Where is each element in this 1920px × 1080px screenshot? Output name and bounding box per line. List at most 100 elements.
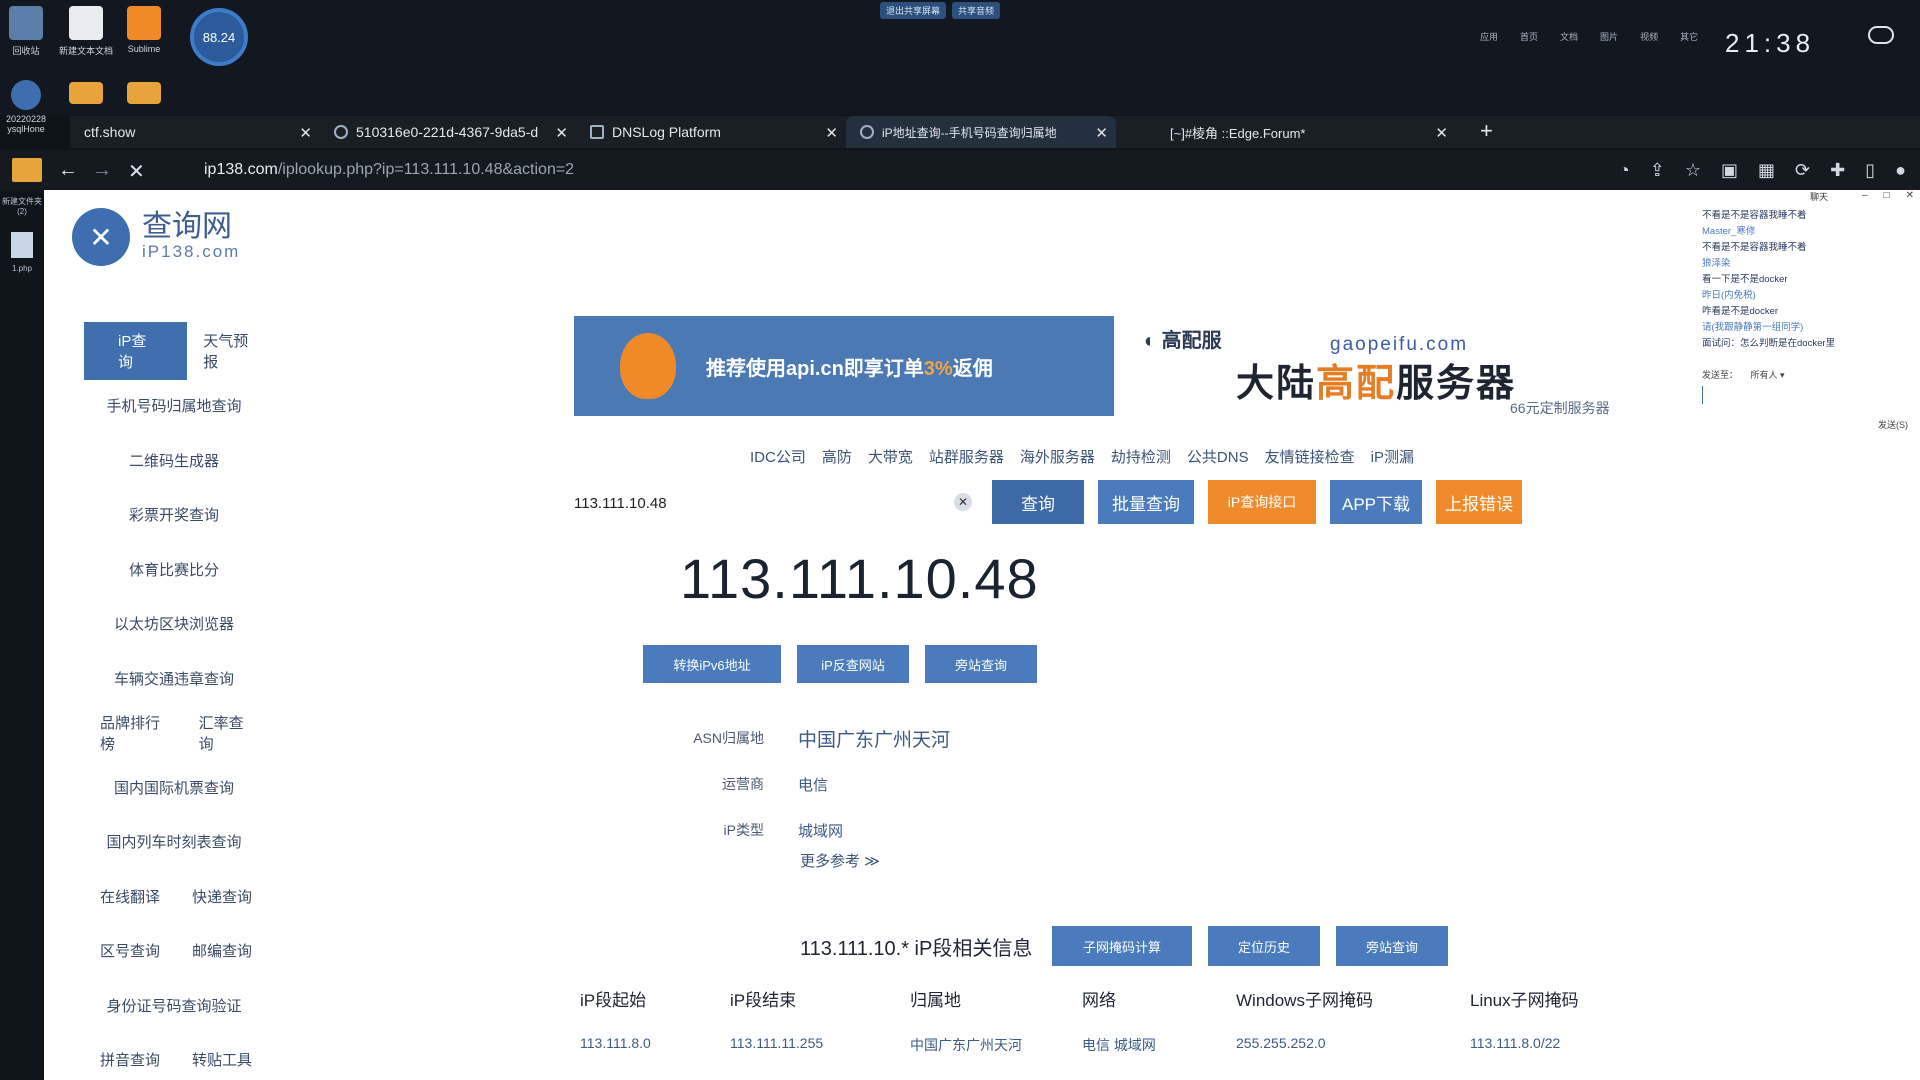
nav-repost-tool[interactable]: 转贴工具 <box>176 1041 268 1078</box>
subnet-calc-button[interactable]: 子网掩码计算 <box>1052 926 1192 966</box>
nav-idcard[interactable]: 身份证号码查询验证 <box>64 978 284 1033</box>
nav-brand-rank[interactable]: 品牌排行榜 <box>84 704 183 762</box>
forward-icon[interactable]: → <box>92 159 112 182</box>
chat-input[interactable] <box>1702 386 1703 404</box>
url-field[interactable]: ip138.com/iplookup.php?ip=113.111.10.48&… <box>204 161 574 179</box>
close-icon[interactable]: ✕ <box>1435 124 1448 142</box>
app-download-button[interactable]: APP下载 <box>1330 480 1422 524</box>
extension-icon[interactable]: ▣ <box>1721 160 1738 181</box>
tab-uuid[interactable]: 510316e0-221d-4367-9da5-d ✕ <box>320 116 576 148</box>
profile-icon[interactable]: ● <box>1895 160 1906 181</box>
link-ip-leak[interactable]: iP测漏 <box>1371 446 1414 467</box>
server-ad-banner[interactable]: ◐ 高配服 gaopeifu.com 大陆高配服务器 66元定制服务器 <box>1144 316 1644 416</box>
nav-traffic[interactable]: 车辆交通违章查询 <box>64 651 284 706</box>
page-icon <box>590 125 604 139</box>
link-overseas[interactable]: 海外服务器 <box>1020 446 1095 467</box>
app-shortcut-icon[interactable]: 20220228 ysqlHone <box>0 80 56 134</box>
performance-icon[interactable]: ◔ <box>1619 160 1630 181</box>
cloud-icon[interactable] <box>1868 26 1894 44</box>
maximize-icon[interactable]: □ <box>1884 190 1890 201</box>
nav-lottery[interactable]: 彩票开奖查询 <box>64 488 284 543</box>
link-hijack[interactable]: 劫持检测 <box>1111 446 1171 467</box>
desktop-file-label[interactable]: 新建文件夹(2) <box>0 196 44 216</box>
more-reference-link[interactable]: 更多参考 ≫ <box>800 850 880 871</box>
nav-sports[interactable]: 体育比赛比分 <box>64 542 284 597</box>
nav-trains[interactable]: 国内列车时刻表查询 <box>64 815 284 870</box>
nav-postcode[interactable]: 邮编查询 <box>176 932 268 969</box>
nav-ethereum[interactable]: 以太坊区块浏览器 <box>64 597 284 652</box>
menu-home[interactable]: 首页 <box>1520 30 1538 43</box>
close-icon[interactable]: ✕ <box>555 124 568 142</box>
sublime-icon[interactable]: Sublime <box>114 6 174 54</box>
folder-icon[interactable] <box>12 158 42 182</box>
link-idc[interactable]: IDC公司 <box>750 446 806 467</box>
report-error-button[interactable]: 上报错误 <box>1436 480 1522 524</box>
batch-query-button[interactable]: 批量查询 <box>1098 480 1194 524</box>
nav-translate[interactable]: 在线翻译 <box>84 878 176 915</box>
link-bandwidth[interactable]: 大带宽 <box>868 446 913 467</box>
sibling-site-button[interactable]: 旁站查询 <box>925 645 1037 683</box>
puzzle-icon[interactable]: ✚ <box>1830 160 1845 181</box>
share-icon[interactable]: ⇪ <box>1650 160 1665 181</box>
api-ad-banner[interactable]: 推荐使用api.cn即享订单3%返佣 <box>574 316 1114 416</box>
nav-row: 拼音查询 转贴工具 <box>64 1033 284 1080</box>
folder-icon[interactable] <box>56 82 116 108</box>
list-item: 不看是不是容器我睡不着 <box>1702 210 1807 221</box>
share-audio-button[interactable]: 共享音频 <box>952 2 1001 19</box>
bookmark-star-icon[interactable]: ☆ <box>1685 160 1701 181</box>
clear-icon[interactable]: ✕ <box>954 493 972 511</box>
qr-icon[interactable]: ▦ <box>1758 160 1775 181</box>
nav-pinyin[interactable]: 拼音查询 <box>84 1041 176 1078</box>
stop-share-button[interactable]: 退出共享屏幕 <box>880 2 947 19</box>
nav-phone-location[interactable]: 手机号码归属地查询 <box>64 379 284 434</box>
folder-icon[interactable] <box>114 82 174 108</box>
segment-sibling-button[interactable]: 旁站查询 <box>1336 926 1448 966</box>
location-history-button[interactable]: 定位历史 <box>1208 926 1320 966</box>
nav-ip-query[interactable]: iP查询 <box>84 322 188 381</box>
nav-area-code[interactable]: 区号查询 <box>84 932 176 969</box>
text-document-icon[interactable]: 新建文本文档 <box>56 6 116 57</box>
link-public-dns[interactable]: 公共DNS <box>1187 446 1249 467</box>
close-icon[interactable]: ✕ <box>299 124 312 142</box>
close-icon[interactable]: ✕ <box>825 124 838 142</box>
send-to-selector[interactable]: 发送至： 所有人 ▾ <box>1702 368 1785 381</box>
link-site-group[interactable]: 站群服务器 <box>929 446 1004 467</box>
tab-dnslog[interactable]: DNSLog Platform ✕ <box>576 116 846 148</box>
nav-exchange[interactable]: 汇率查询 <box>183 704 268 762</box>
reverse-lookup-button[interactable]: iP反查网站 <box>797 645 909 683</box>
sync-icon[interactable]: ⟳ <box>1795 160 1810 181</box>
menu-videos[interactable]: 视频 <box>1640 30 1658 43</box>
menu-docs[interactable]: 文档 <box>1560 30 1578 43</box>
ipv6-convert-button[interactable]: 转换iPv6地址 <box>643 645 781 683</box>
link-friend-check[interactable]: 友情链接检查 <box>1265 446 1355 467</box>
recycle-bin-icon[interactable]: 回收站 <box>0 6 56 57</box>
tab-ctfshow[interactable]: ctf.show ✕ <box>70 116 320 148</box>
ip-search-input[interactable] <box>574 480 974 526</box>
close-icon[interactable]: ✕ <box>1095 124 1108 142</box>
nav-qrcode[interactable]: 二维码生成器 <box>64 433 284 488</box>
tab-ip138[interactable]: iP地址查询--手机号码查询归属地 ✕ <box>846 116 1116 148</box>
col-location: 归属地 <box>910 991 961 1010</box>
menu-other[interactable]: 其它 <box>1680 30 1698 43</box>
menu-images[interactable]: 图片 <box>1600 30 1618 43</box>
php-file-icon[interactable] <box>11 232 33 258</box>
api-button[interactable]: iP查询接口 <box>1208 480 1316 524</box>
nav-weather[interactable]: 天气预报 <box>187 322 268 380</box>
close-icon[interactable]: ✕ <box>1906 190 1914 201</box>
site-logo[interactable]: ✕ 查询网 iP138.com <box>72 208 240 266</box>
send-button[interactable]: 发送(S) <box>1878 418 1908 431</box>
nav-flights[interactable]: 国内国际机票查询 <box>64 760 284 815</box>
search-row: ✕ 查询 批量查询 iP查询接口 APP下载 上报错误 <box>574 480 1694 526</box>
stop-loading-icon[interactable]: ✕ <box>128 159 145 184</box>
sidebar-icon[interactable]: ▯ <box>1865 160 1875 181</box>
query-button[interactable]: 查询 <box>992 480 1084 524</box>
minimize-icon[interactable]: – <box>1862 190 1868 201</box>
desktop-file-label[interactable]: 1.php <box>0 264 44 273</box>
back-icon[interactable]: ← <box>58 159 78 182</box>
tab-edge-forum[interactable]: [~]#棱角 ::Edge.Forum* ✕ <box>1156 116 1456 148</box>
new-tab-button[interactable]: + <box>1480 118 1493 144</box>
link-ddos[interactable]: 高防 <box>822 446 852 467</box>
menu-apps[interactable]: 应用 <box>1480 30 1498 43</box>
nav-express[interactable]: 快递查询 <box>176 878 268 915</box>
chat-window-controls: – □ ✕ <box>1862 190 1914 201</box>
